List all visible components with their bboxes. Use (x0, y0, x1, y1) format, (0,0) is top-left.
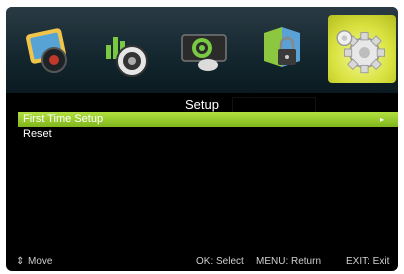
footer-ok-select: OK: Select (196, 256, 244, 267)
page-title: Setup (185, 97, 219, 112)
menu-icon-bar (6, 7, 398, 93)
lock-icon[interactable] (252, 15, 314, 83)
menu-item-first-time-setup[interactable]: First Time Setup ▸ (18, 112, 398, 127)
menu-item-label: First Time Setup (23, 113, 104, 125)
footer-move: Move (28, 256, 53, 267)
picture-icon[interactable] (18, 15, 80, 83)
chevron-right-icon: ▸ (379, 115, 384, 124)
redacted-block (232, 97, 316, 113)
setup-gear-icon[interactable] (328, 15, 396, 83)
tv-osd-screen: Setup First Time Setup ▸ Reset ⇕ Move OK… (6, 7, 398, 271)
sound-icon[interactable] (96, 15, 158, 83)
move-arrows-icon: ⇕ (16, 256, 25, 267)
menu-item-label: Reset (23, 128, 52, 140)
channel-icon[interactable] (174, 15, 236, 83)
footer-exit: EXIT: Exit (346, 256, 390, 267)
footer-hints: ⇕ Move OK: Select MENU: Return EXIT: Exi… (6, 254, 398, 268)
menu-item-reset[interactable]: Reset (18, 127, 398, 142)
footer-menu-return: MENU: Return (256, 256, 322, 267)
